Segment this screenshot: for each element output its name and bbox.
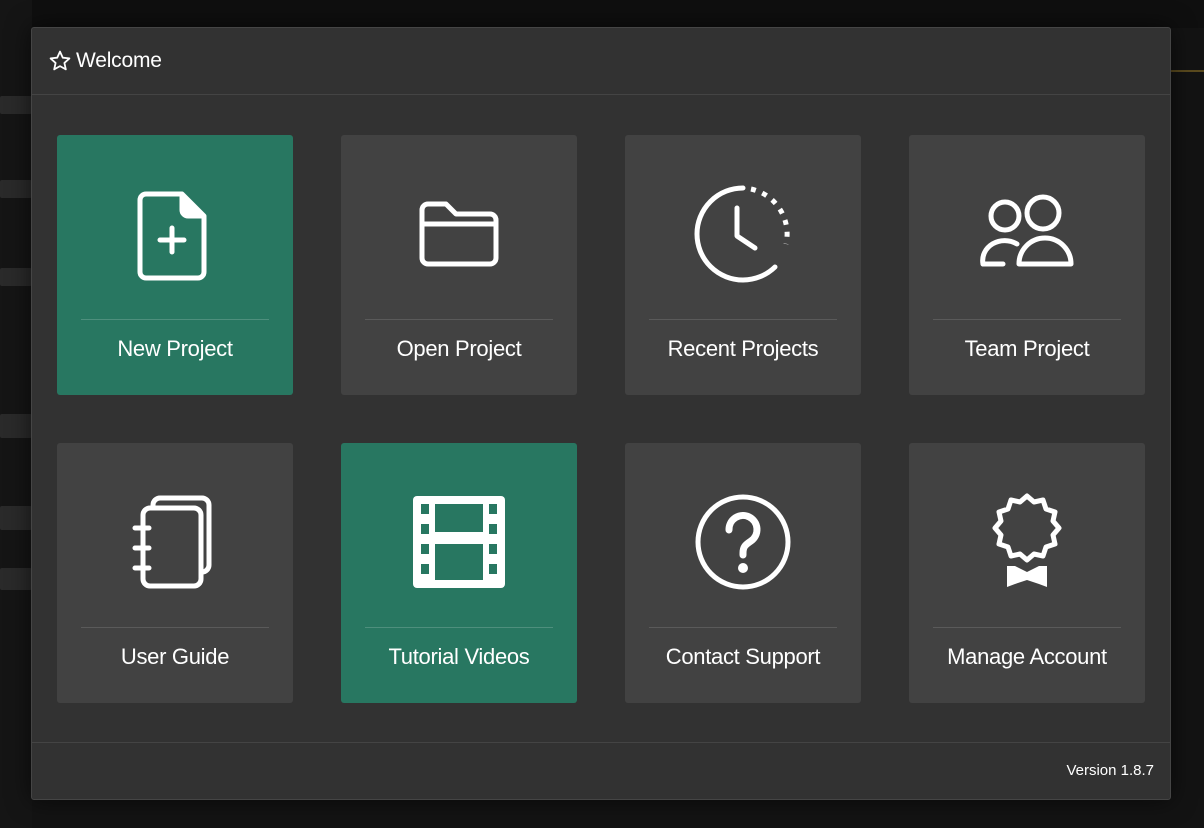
folder-icon xyxy=(341,179,577,289)
background-sidebar-item xyxy=(0,180,32,198)
tile-divider xyxy=(649,627,837,628)
dialog-footer: Version 1.8.7 xyxy=(32,742,1170,799)
background-sidebar-item xyxy=(0,414,32,438)
tile-label: Team Project xyxy=(964,336,1090,361)
contact-support-button[interactable]: Contact Support xyxy=(625,443,861,703)
background-sidebar-item xyxy=(0,268,32,286)
recent-projects-button[interactable]: Recent Projects xyxy=(625,135,861,395)
tile-divider xyxy=(365,627,553,628)
team-project-button[interactable]: Team Project xyxy=(909,135,1145,395)
tile-divider xyxy=(81,319,269,320)
clock-icon xyxy=(625,179,861,289)
dialog-title: Welcome xyxy=(76,49,162,72)
background-sidebar-item xyxy=(0,506,32,530)
tile-label: Manage Account xyxy=(947,644,1107,669)
background-sidebar-item xyxy=(0,96,32,114)
open-project-button[interactable]: Open Project xyxy=(341,135,577,395)
question-circle-icon xyxy=(625,487,861,597)
notebook-icon xyxy=(57,487,293,597)
tile-label: Recent Projects xyxy=(667,336,819,361)
dialog-header: Welcome xyxy=(32,28,1170,95)
welcome-dialog: Welcome New Project Open Project Recent … xyxy=(31,27,1171,800)
tile-divider xyxy=(933,627,1121,628)
tile-label: User Guide xyxy=(120,644,230,669)
tile-label: Tutorial Videos xyxy=(388,644,530,669)
tile-divider xyxy=(649,319,837,320)
background-toolbar xyxy=(0,0,1204,28)
background-sidebar-item xyxy=(0,568,32,590)
tile-label: Open Project xyxy=(396,336,522,361)
tile-divider xyxy=(365,319,553,320)
version-label: Version 1.8.7 xyxy=(1066,762,1154,779)
star-outline-icon xyxy=(48,49,72,73)
manage-account-button[interactable]: Manage Account xyxy=(909,443,1145,703)
background-sidebar xyxy=(0,0,32,828)
new-project-button[interactable]: New Project xyxy=(57,135,293,395)
tile-label: New Project xyxy=(117,336,233,361)
film-icon xyxy=(341,487,577,597)
award-badge-icon xyxy=(909,487,1145,597)
tile-divider xyxy=(933,319,1121,320)
tutorial-videos-button[interactable]: Tutorial Videos xyxy=(341,443,577,703)
tile-label: Contact Support xyxy=(665,644,821,669)
background-accent-line xyxy=(1170,70,1204,92)
tile-divider xyxy=(81,627,269,628)
user-guide-button[interactable]: User Guide xyxy=(57,443,293,703)
users-icon xyxy=(909,179,1145,289)
new-file-icon xyxy=(57,179,293,289)
